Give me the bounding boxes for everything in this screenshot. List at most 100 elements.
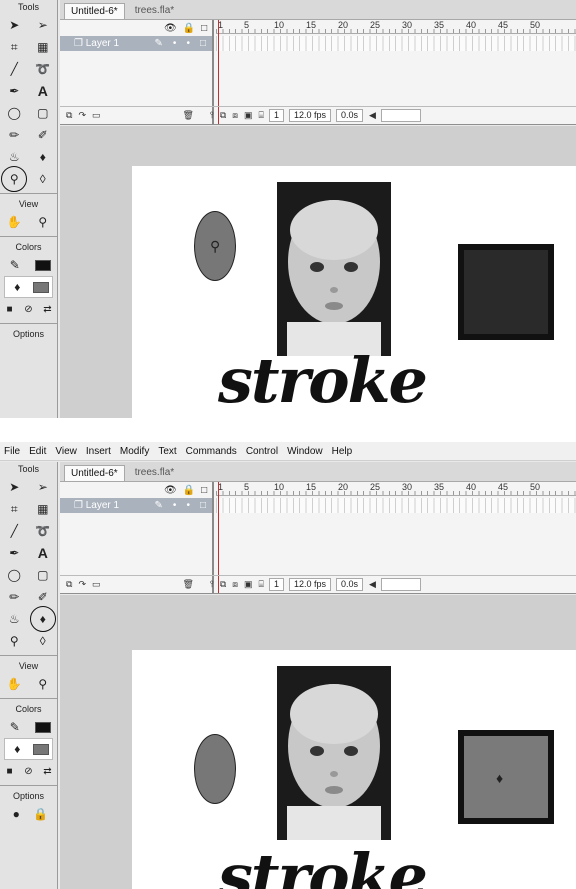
stage[interactable]: ⚲ stroke <box>132 166 576 418</box>
ink-bottle-icon[interactable]: ♨ <box>5 610 23 628</box>
edit-multiple-icon[interactable]: ▣ <box>244 110 253 121</box>
menu-commands[interactable]: Commands <box>186 446 237 457</box>
oval-shape[interactable] <box>194 734 236 804</box>
fill-color-swatch[interactable] <box>32 281 49 293</box>
zoom-tool-icon[interactable]: ⚲ <box>34 675 52 693</box>
brush-tool-icon[interactable]: ✐ <box>34 126 52 144</box>
gap-size-icon[interactable]: ● <box>7 805 25 823</box>
stroke-color-swatch[interactable] <box>35 259 52 271</box>
frame-rate[interactable]: 12.0 fps <box>288 109 331 122</box>
eye-icon[interactable]: 👁 <box>164 485 177 496</box>
hand-tool-icon[interactable]: ✋ <box>5 213 23 231</box>
frame-ruler[interactable]: 1 5 10 15 20 25 30 35 40 45 50 <box>216 20 576 34</box>
paint-bucket-icon[interactable]: ♦ <box>29 606 56 632</box>
trash-icon[interactable]: 🗑 <box>183 110 194 121</box>
tab-trees[interactable]: trees.fla* <box>129 3 180 19</box>
add-guide-icon[interactable]: ↷ <box>78 110 86 121</box>
timeline-scrollbar[interactable] <box>380 578 421 591</box>
frame-cells[interactable] <box>216 36 576 51</box>
menu-window[interactable]: Window <box>287 446 323 457</box>
menu-modify[interactable]: Modify <box>120 446 149 457</box>
outline-icon[interactable]: □ <box>201 23 207 34</box>
pencil-tool-icon[interactable]: ✏ <box>5 126 23 144</box>
text-tool-icon[interactable]: A <box>34 544 52 562</box>
pen-tool-icon[interactable]: ✒ <box>5 544 23 562</box>
onion-outline-icon[interactable]: ⧈ <box>232 579 238 590</box>
edit-multiple-icon[interactable]: ▣ <box>244 579 253 590</box>
fill-color-swatch[interactable] <box>32 743 49 755</box>
lasso-tool-icon[interactable]: ➰ <box>34 60 52 78</box>
onion-outline-icon[interactable]: ⧈ <box>232 110 238 121</box>
layer-row[interactable]: ❐ Layer 1 ✎ • • □ <box>60 36 212 51</box>
menu-help[interactable]: Help <box>332 446 353 457</box>
eraser-tool-icon[interactable]: ◊ <box>34 170 52 188</box>
gradient-transform-icon[interactable]: ▦ <box>34 38 52 56</box>
menu-insert[interactable]: Insert <box>86 446 111 457</box>
onion-skin-icon[interactable]: ⧉ <box>220 110 226 121</box>
frame-cells[interactable] <box>216 498 576 513</box>
subselection-tool-icon[interactable]: ➢ <box>34 16 52 34</box>
default-colors-icon[interactable]: ■ <box>1 762 19 780</box>
timeline-scrollbar[interactable] <box>380 109 421 122</box>
onion-skin-icon[interactable]: ⧉ <box>220 579 226 590</box>
tab-untitled-6[interactable]: Untitled-6* <box>64 465 125 481</box>
baby-photo[interactable] <box>277 666 391 840</box>
gradient-transform-icon[interactable]: ▦ <box>34 500 52 518</box>
add-folder-icon[interactable]: ▭ <box>92 579 101 590</box>
scroll-left-icon[interactable]: ◀ <box>369 110 376 121</box>
swap-colors-icon[interactable]: ⇄ <box>39 762 57 780</box>
swap-colors-icon[interactable]: ⇄ <box>39 300 57 318</box>
rectangle-tool-icon[interactable]: ▢ <box>34 104 52 122</box>
menu-edit[interactable]: Edit <box>29 446 46 457</box>
layer-row[interactable]: ❐ Layer 1 ✎ • • □ <box>60 498 212 513</box>
stroke-text[interactable]: stroke <box>218 344 428 417</box>
line-tool-icon[interactable]: ╱ <box>5 60 23 78</box>
subselection-tool-icon[interactable]: ➢ <box>34 478 52 496</box>
stage[interactable]: ♦ stroke <box>132 650 576 889</box>
add-guide-icon[interactable]: ↷ <box>78 579 86 590</box>
brush-tool-icon[interactable]: ✐ <box>34 588 52 606</box>
lock-fill-icon[interactable]: 🔒 <box>32 805 50 823</box>
free-transform-icon[interactable]: ⌗ <box>5 38 23 56</box>
selection-tool-icon[interactable]: ➤ <box>5 478 23 496</box>
add-folder-icon[interactable]: ▭ <box>92 110 101 121</box>
selection-tool-icon[interactable]: ➤ <box>5 16 23 34</box>
menu-text[interactable]: Text <box>158 446 176 457</box>
menu-control[interactable]: Control <box>246 446 278 457</box>
tab-trees[interactable]: trees.fla* <box>129 465 180 481</box>
add-layer-icon[interactable]: ⧉ <box>66 110 72 121</box>
lock-icon[interactable]: 🔒 <box>183 485 195 496</box>
add-layer-icon[interactable]: ⧉ <box>66 579 72 590</box>
menu-view[interactable]: View <box>55 446 77 457</box>
modify-markers-icon[interactable]: ⌸ <box>259 579 264 590</box>
outline-icon[interactable]: □ <box>201 485 207 496</box>
no-color-icon[interactable]: ⊘ <box>20 300 38 318</box>
eraser-tool-icon[interactable]: ◊ <box>34 632 52 650</box>
paint-bucket-icon[interactable]: ♦ <box>34 148 52 166</box>
eye-icon[interactable]: 👁 <box>164 23 177 34</box>
baby-photo[interactable] <box>277 182 391 356</box>
line-tool-icon[interactable]: ╱ <box>5 522 23 540</box>
stroke-color-swatch[interactable] <box>35 721 52 733</box>
oval-tool-icon[interactable]: ◯ <box>5 104 23 122</box>
frame-rate[interactable]: 12.0 fps <box>288 578 331 591</box>
center-frame-icon[interactable]: ⫯ <box>210 579 214 590</box>
oval-tool-icon[interactable]: ◯ <box>5 566 23 584</box>
square-shape[interactable] <box>458 730 554 824</box>
lock-icon[interactable]: 🔒 <box>183 23 195 34</box>
pen-tool-icon[interactable]: ✒ <box>5 82 23 100</box>
eyedropper-tool-icon[interactable]: ⚲ <box>1 166 28 192</box>
text-tool-icon[interactable]: A <box>34 82 52 100</box>
modify-markers-icon[interactable]: ⌸ <box>259 110 264 121</box>
hand-tool-icon[interactable]: ✋ <box>5 675 23 693</box>
frame-ruler[interactable]: 1 5 10 15 20 25 30 35 40 45 50 <box>216 482 576 496</box>
pencil-tool-icon[interactable]: ✏ <box>5 588 23 606</box>
zoom-tool-icon[interactable]: ⚲ <box>34 213 52 231</box>
rectangle-tool-icon[interactable]: ▢ <box>34 566 52 584</box>
default-colors-icon[interactable]: ■ <box>1 300 19 318</box>
trash-icon[interactable]: 🗑 <box>183 579 194 590</box>
no-color-icon[interactable]: ⊘ <box>20 762 38 780</box>
stroke-text[interactable]: stroke <box>218 840 428 889</box>
lasso-tool-icon[interactable]: ➰ <box>34 522 52 540</box>
scroll-left-icon[interactable]: ◀ <box>369 579 376 590</box>
